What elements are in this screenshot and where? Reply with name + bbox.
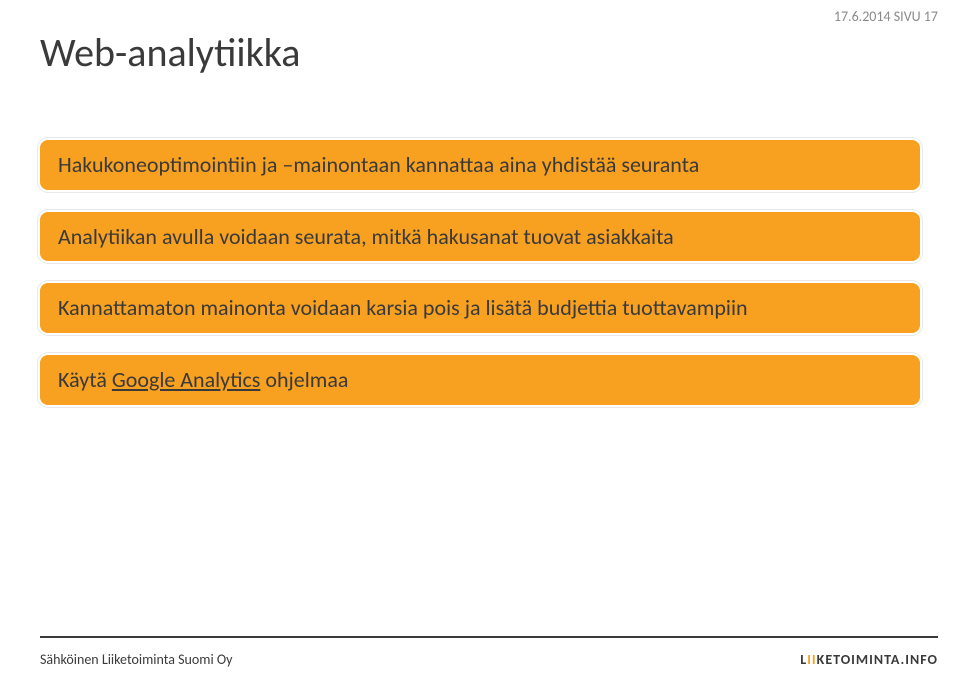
info-box: Analytiikan avulla voidaan seurata, mitk… [40, 212, 920, 262]
box-text-suffix: ohjelmaa [260, 366, 348, 393]
info-box: Kannattamaton mainonta voidaan karsia po… [40, 283, 920, 333]
google-analytics-link[interactable]: Google Analytics [112, 366, 261, 393]
info-box: Hakukoneoptimointiin ja –mainontaan kann… [40, 140, 920, 190]
footer-divider [40, 636, 938, 638]
box-text-prefix: Käytä [58, 366, 112, 393]
header-date-page: 17.6.2014 SIVU 17 [834, 8, 938, 25]
info-box-link: Käytä Google Analytics ohjelmaa [40, 355, 920, 405]
footer-brand-accent: II [807, 651, 816, 668]
footer-brand: LIIKETOIMINTA.INFO [800, 651, 938, 668]
content-boxes: Hakukoneoptimointiin ja –mainontaan kann… [40, 140, 920, 427]
page-title: Web-analytiikka [40, 28, 300, 77]
footer-brand-post: KETOIMINTA.INFO [817, 651, 938, 668]
footer-company: Sähköinen Liiketoiminta Suomi Oy [40, 651, 232, 668]
